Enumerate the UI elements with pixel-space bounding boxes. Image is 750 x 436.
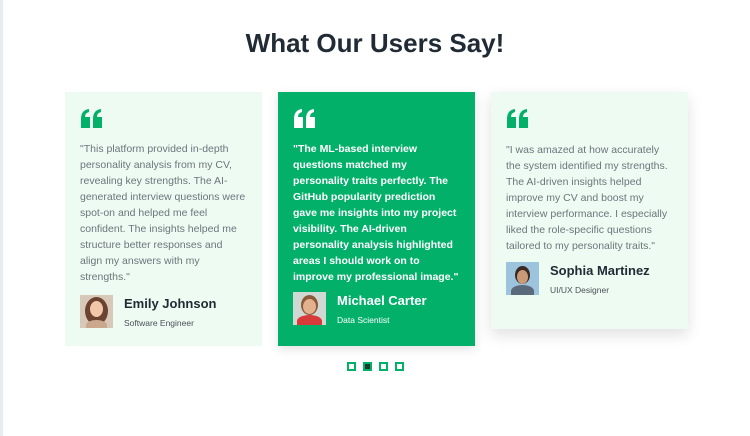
testimonial-author: Sophia Martinez UI/UX Designer — [506, 262, 673, 295]
carousel-dot-1[interactable] — [347, 362, 356, 371]
carousel-dots — [347, 362, 404, 371]
quote-icon — [507, 109, 528, 128]
avatar — [293, 292, 326, 325]
testimonial-quote: "This platform provided in-depth persona… — [80, 143, 246, 283]
carousel-dot-3[interactable] — [379, 362, 388, 371]
testimonial-quote: "The ML-based interview questions matche… — [293, 143, 459, 283]
quote-icon — [294, 109, 315, 128]
section-title: What Our Users Say! — [245, 28, 505, 58]
testimonial-author: Michael Carter Data Scientist — [293, 292, 460, 325]
author-role: UI/UX Designer — [550, 284, 610, 295]
quote-icon — [81, 109, 102, 128]
page-left-border — [0, 0, 3, 436]
testimonial-quote: "I was amazed at how accurately the syst… — [506, 144, 668, 252]
author-name: Sophia Martinez — [550, 262, 650, 278]
avatar — [80, 295, 113, 328]
testimonial-author: Emily Johnson Software Engineer — [80, 295, 247, 328]
avatar — [506, 262, 539, 295]
testimonial-card-highlighted: "The ML-based interview questions matche… — [278, 92, 475, 346]
author-name: Emily Johnson — [124, 295, 217, 311]
author-role: Data Scientist — [337, 314, 390, 325]
testimonial-card: "I was amazed at how accurately the syst… — [491, 92, 688, 329]
carousel-dot-2[interactable] — [363, 362, 372, 371]
carousel-dot-4[interactable] — [395, 362, 404, 371]
author-role: Software Engineer — [124, 317, 194, 328]
author-name: Michael Carter — [337, 292, 427, 308]
testimonial-card: "This platform provided in-depth persona… — [65, 92, 262, 346]
